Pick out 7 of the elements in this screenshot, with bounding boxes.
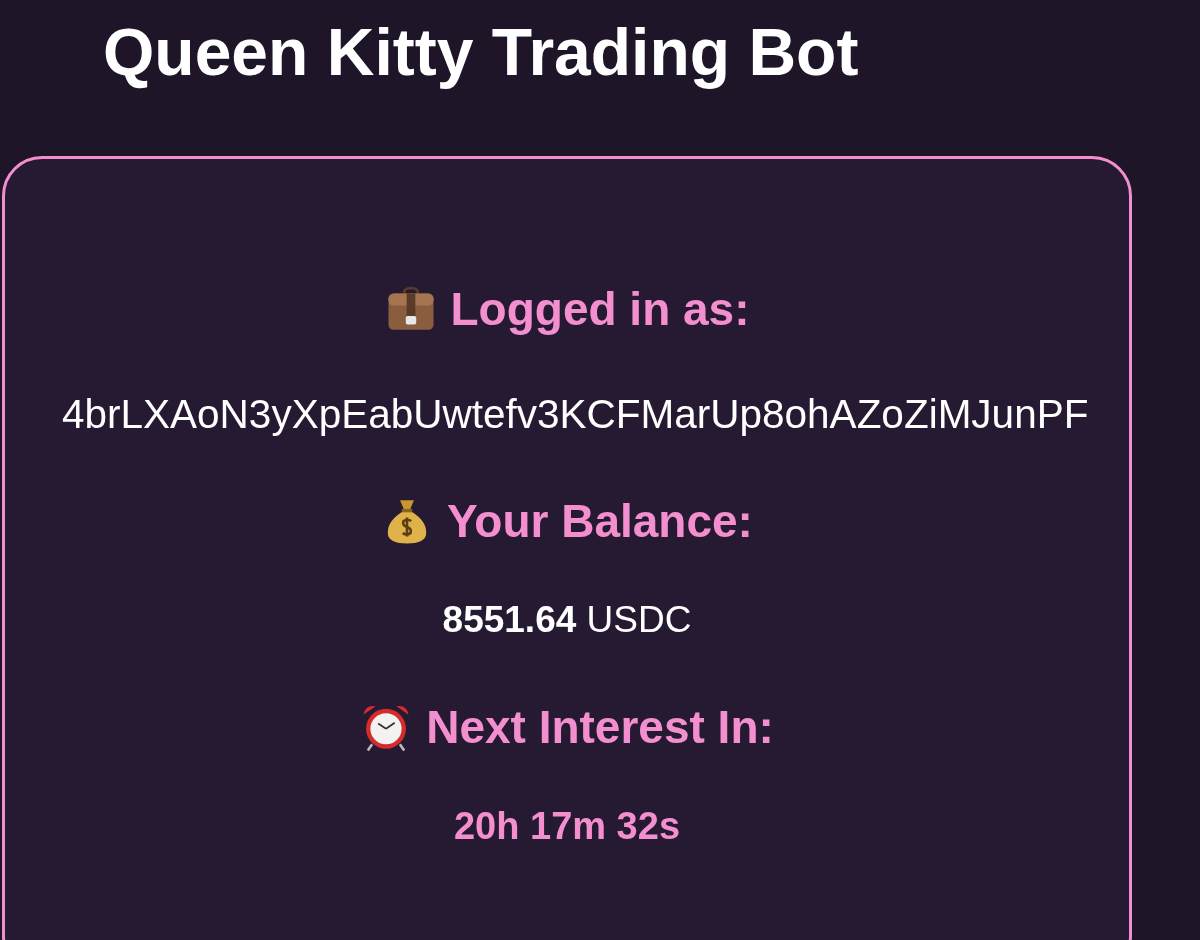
section-heading: Next Interest In: — [426, 700, 774, 755]
page-title: Queen Kitty Trading Bot — [102, 14, 860, 91]
balance-value: 8551.64 USDC — [442, 598, 692, 642]
section-heading: Logged in as: — [450, 282, 750, 337]
wallet-address: 4brLXAoN3yXpEabUwtefv3KCFMarUp8ohAZoZiMJunPF — [62, 390, 1089, 439]
section-heading: Your Balance: — [447, 494, 753, 549]
countdown-timer: 20h 17m 32s — [453, 804, 681, 849]
